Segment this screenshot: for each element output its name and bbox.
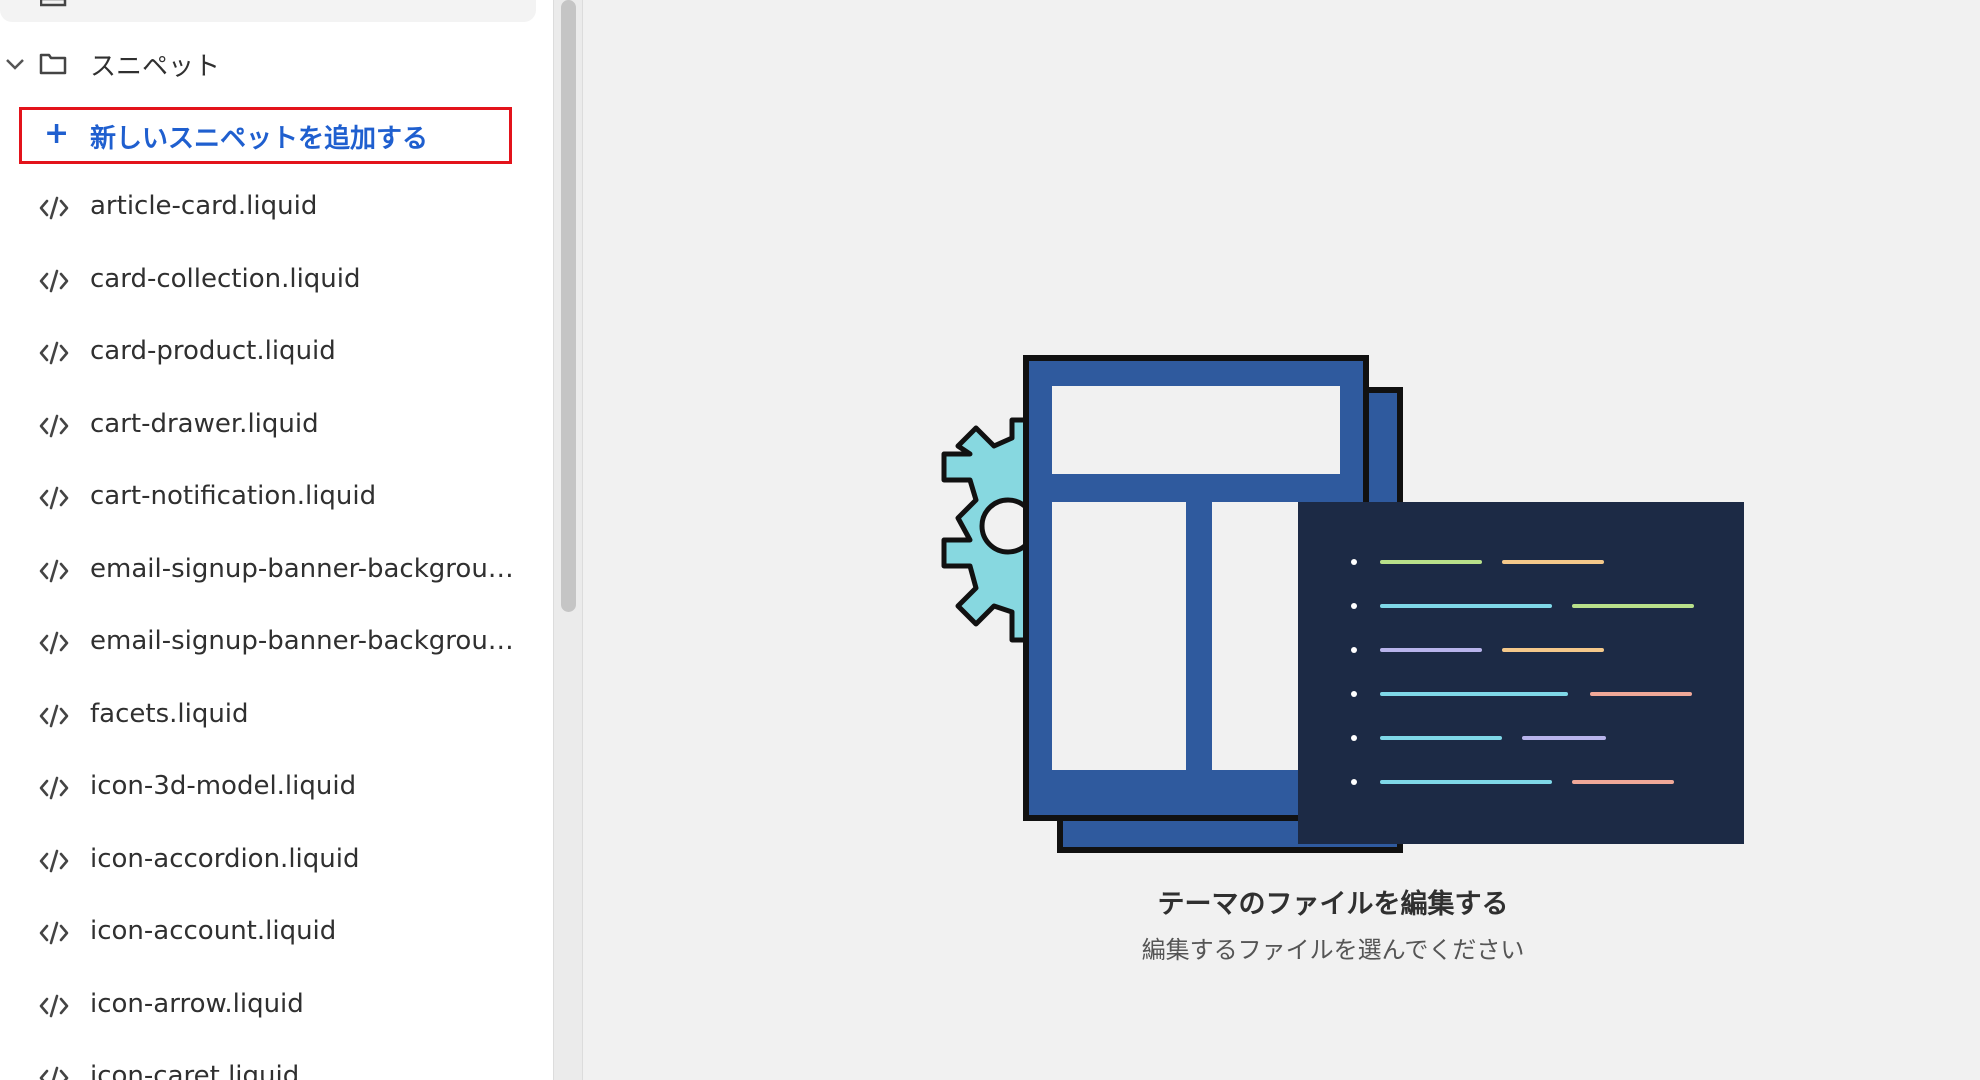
file-item[interactable]: article-card.liquid bbox=[0, 179, 540, 235]
code-icon bbox=[38, 628, 69, 658]
code-icon bbox=[38, 773, 69, 803]
file-item[interactable]: email-signup-banner-backgroun... bbox=[0, 614, 540, 670]
scrollbar-thumb[interactable] bbox=[561, 0, 576, 612]
previous-file-item[interactable] bbox=[0, 0, 536, 22]
empty-state-subtitle: 編集するファイルを選んでください bbox=[1141, 936, 1525, 964]
file-icon bbox=[39, 0, 68, 13]
folder-snippets[interactable]: スニペット bbox=[0, 34, 540, 90]
file-item[interactable]: icon-3d-model.liquid bbox=[0, 759, 540, 815]
code-icon bbox=[38, 846, 69, 876]
folder-icon bbox=[38, 48, 68, 78]
file-name: card-collection.liquid bbox=[90, 263, 361, 294]
code-icon bbox=[38, 266, 69, 296]
code-icon bbox=[38, 483, 69, 513]
file-item[interactable]: icon-arrow.liquid bbox=[0, 977, 540, 1033]
file-name: icon-caret.liquid bbox=[90, 1061, 300, 1080]
file-item[interactable]: icon-accordion.liquid bbox=[0, 832, 540, 888]
file-item[interactable]: facets.liquid bbox=[0, 687, 540, 743]
file-name: icon-3d-model.liquid bbox=[90, 771, 357, 801]
file-name: icon-account.liquid bbox=[90, 916, 337, 946]
code-icon bbox=[38, 193, 69, 223]
file-name: card-product.liquid bbox=[90, 336, 336, 366]
file-name: facets.liquid bbox=[90, 698, 249, 729]
code-icon bbox=[38, 1063, 69, 1080]
file-item[interactable]: icon-caret.liquid bbox=[0, 1049, 540, 1080]
file-item[interactable]: card-collection.liquid bbox=[0, 252, 540, 308]
file-name: email-signup-banner-backgroun... bbox=[90, 626, 524, 656]
code-icon bbox=[38, 701, 69, 731]
code-icon bbox=[38, 411, 69, 441]
file-name: icon-accordion.liquid bbox=[90, 843, 360, 874]
file-name: icon-arrow.liquid bbox=[90, 988, 304, 1019]
code-icon bbox=[38, 338, 69, 368]
file-name: cart-notification.liquid bbox=[90, 481, 377, 511]
file-item[interactable]: cart-notification.liquid bbox=[0, 469, 540, 525]
file-item[interactable]: icon-account.liquid bbox=[0, 904, 540, 960]
chevron-down-icon[interactable] bbox=[4, 52, 26, 82]
file-item[interactable]: cart-drawer.liquid bbox=[0, 397, 540, 453]
empty-state-illustration bbox=[920, 350, 1750, 970]
file-name: email-signup-banner-backgroun... bbox=[90, 553, 524, 584]
file-item[interactable]: card-product.liquid bbox=[0, 324, 540, 380]
code-icon bbox=[38, 556, 69, 586]
highlight-box bbox=[19, 107, 512, 164]
file-name: cart-drawer.liquid bbox=[90, 408, 319, 439]
file-item[interactable]: email-signup-banner-backgroun... bbox=[0, 542, 540, 598]
code-icon bbox=[38, 918, 69, 948]
file-sidebar: スニペット + 新しいスニペットを追加する article-card.liqui… bbox=[0, 0, 553, 1080]
code-icon bbox=[38, 991, 69, 1021]
file-name: article-card.liquid bbox=[90, 191, 318, 221]
empty-state-title: テーマのファイルを編集する bbox=[1157, 889, 1509, 920]
folder-label: スニペット bbox=[90, 52, 221, 82]
